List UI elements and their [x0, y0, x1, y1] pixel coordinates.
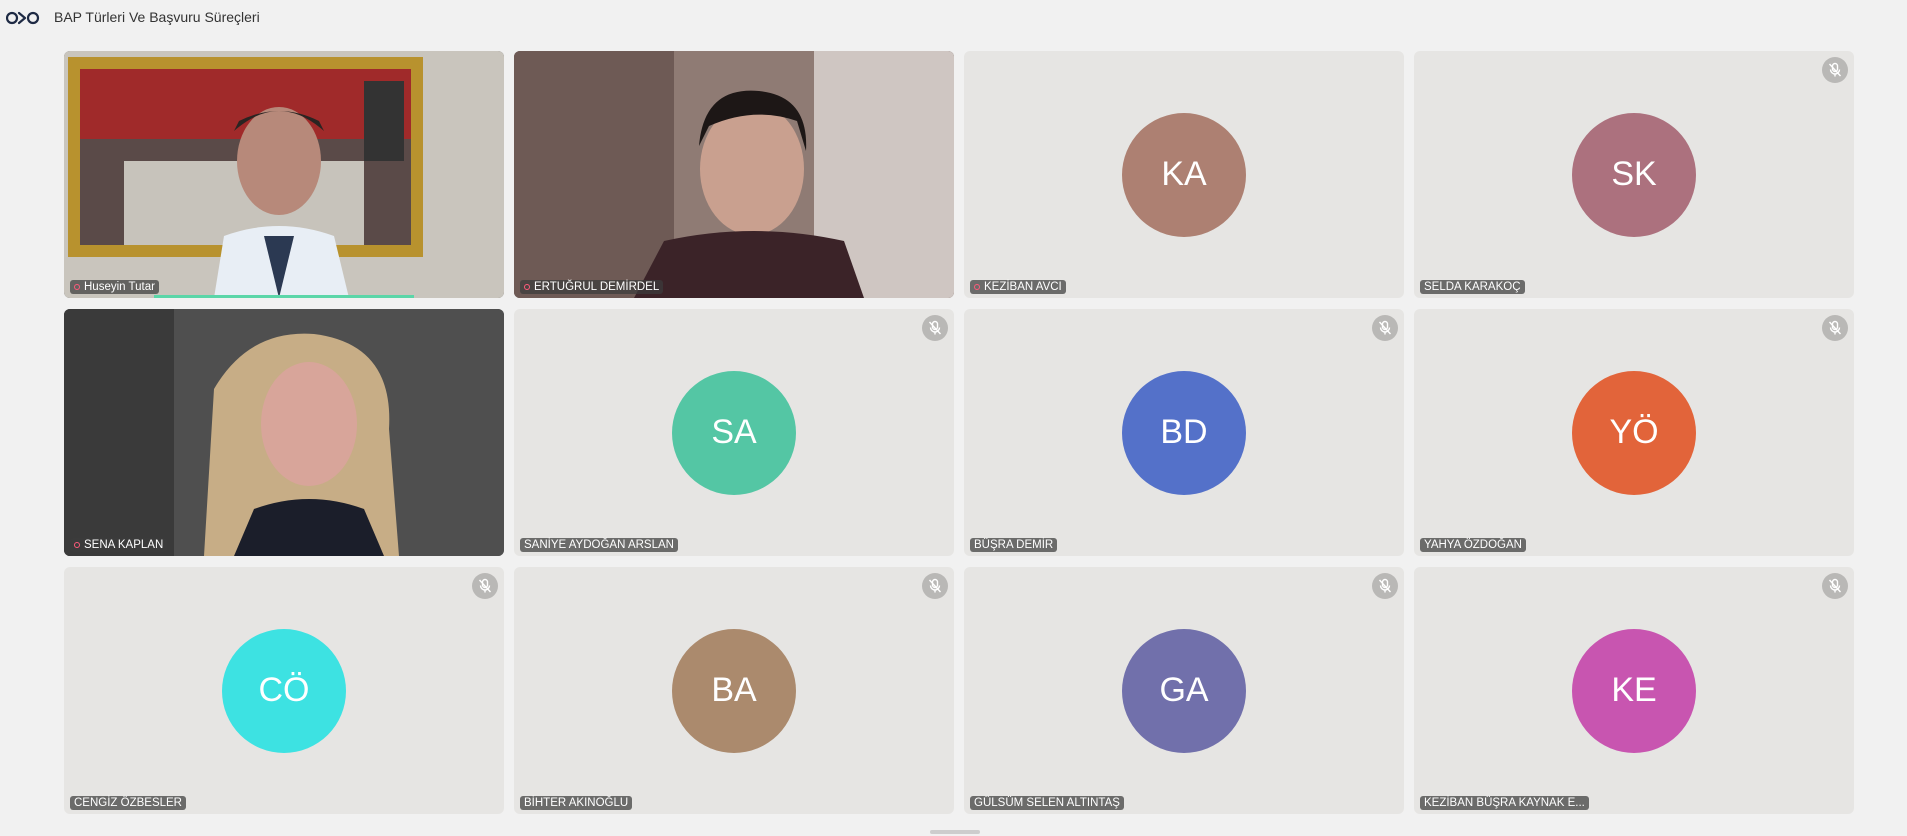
participant-tile[interactable]: GA GÜLSÜM SELEN ALTINTAŞ	[964, 567, 1404, 814]
participant-name: SELDA KARAKOÇ	[1424, 281, 1521, 293]
participant-tile[interactable]: YÖ YAHYA ÖZDOĞAN	[1414, 309, 1854, 556]
participant-name-label: KEZİBAN AVCI	[970, 280, 1066, 294]
audio-activity-icon	[74, 542, 80, 548]
participant-tile[interactable]: KE KEZİBAN BÜŞRA KAYNAK E...	[1414, 567, 1854, 814]
participant-name: GÜLSÜM SELEN ALTINTAŞ	[974, 797, 1120, 809]
participant-name: KEZİBAN AVCI	[984, 281, 1062, 293]
participant-tile[interactable]: CÖ CENGİZ ÖZBESLER	[64, 567, 504, 814]
participant-name: YAHYA ÖZDOĞAN	[1424, 539, 1522, 551]
audio-activity-icon	[524, 284, 530, 290]
participant-tile[interactable]: BD BÜŞRA DEMİR	[964, 309, 1404, 556]
participant-name-label: YAHYA ÖZDOĞAN	[1420, 538, 1526, 552]
avatar: GA	[1122, 628, 1246, 753]
participant-tile[interactable]: SA SANİYE AYDOĞAN ARSLAN	[514, 309, 954, 556]
participant-name-label: CENGİZ ÖZBESLER	[70, 796, 186, 810]
participant-name-label: SELDA KARAKOÇ	[1420, 280, 1525, 294]
participant-name: ERTUĞRUL DEMİRDEL	[534, 281, 660, 293]
participant-name-label: Huseyin Tutar	[70, 280, 159, 294]
participant-grid: Huseyin Tutar ERTUĞRUL DEMİRDEL KA KEZİBAN …	[64, 51, 1854, 814]
participant-tile[interactable]: Huseyin Tutar	[64, 51, 504, 298]
participant-tile[interactable]: KA KEZİBAN AVCI	[964, 51, 1404, 298]
participant-name-label: SANİYE AYDOĞAN ARSLAN	[520, 538, 678, 552]
microphone-off-icon	[1822, 573, 1848, 599]
participant-name: CENGİZ ÖZBESLER	[74, 797, 182, 809]
microphone-off-icon	[922, 315, 948, 341]
microphone-off-icon	[1822, 57, 1848, 83]
avatar: KA	[1122, 112, 1246, 237]
participant-name-label: GÜLSÜM SELEN ALTINTAŞ	[970, 796, 1124, 810]
participant-name-label: ERTUĞRUL DEMİRDEL	[520, 280, 664, 294]
participant-name-label: SENA KAPLAN	[70, 538, 168, 552]
microphone-off-icon	[472, 573, 498, 599]
participant-name: SANİYE AYDOĞAN ARSLAN	[524, 539, 674, 551]
active-speaker-indicator	[154, 295, 414, 298]
participant-tile[interactable]: SK SELDA KARAKOÇ	[1414, 51, 1854, 298]
page-indicator[interactable]	[930, 830, 980, 834]
participant-tile[interactable]: BA BİHTER AKINOĞLU	[514, 567, 954, 814]
audio-activity-icon	[74, 284, 80, 290]
microphone-off-icon	[1372, 573, 1398, 599]
participant-name: KEZİBAN BÜŞRA KAYNAK E...	[1424, 797, 1585, 809]
participant-name-label: BİHTER AKINOĞLU	[520, 796, 633, 810]
app-logo-icon	[6, 11, 40, 25]
microphone-off-icon	[1822, 315, 1848, 341]
participant-video	[64, 51, 504, 298]
audio-activity-icon	[974, 284, 980, 290]
microphone-off-icon	[922, 573, 948, 599]
avatar: KE	[1572, 628, 1696, 753]
participant-tile[interactable]: ERTUĞRUL DEMİRDEL	[514, 51, 954, 298]
participant-video	[64, 309, 504, 556]
avatar: CÖ	[222, 628, 346, 753]
avatar: YÖ	[1572, 370, 1696, 495]
participant-video	[514, 51, 954, 298]
participant-name-label: BÜŞRA DEMİR	[970, 538, 1058, 552]
top-bar: BAP Türleri Ve Başvuru Süreçleri	[0, 0, 1907, 36]
microphone-off-icon	[1372, 315, 1398, 341]
avatar: SK	[1572, 112, 1696, 237]
participant-name: BÜŞRA DEMİR	[974, 539, 1054, 551]
participant-name: BİHTER AKINOĞLU	[524, 797, 629, 809]
avatar: BA	[672, 628, 796, 753]
avatar: BD	[1122, 370, 1246, 495]
meeting-title: BAP Türleri Ve Başvuru Süreçleri	[54, 9, 260, 25]
participant-name: Huseyin Tutar	[84, 281, 155, 293]
participant-name: SENA KAPLAN	[84, 539, 164, 551]
avatar: SA	[672, 370, 796, 495]
participant-name-label: KEZİBAN BÜŞRA KAYNAK E...	[1420, 796, 1589, 810]
participant-tile[interactable]: SENA KAPLAN	[64, 309, 504, 556]
